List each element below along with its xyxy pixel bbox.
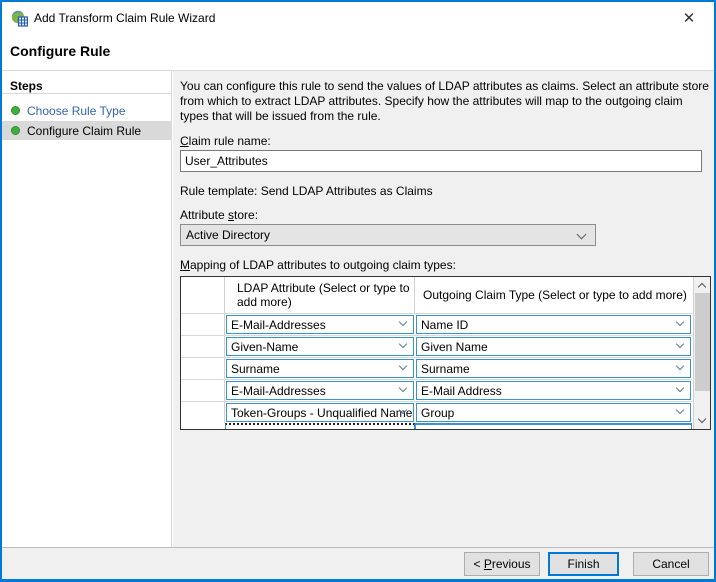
steps-sidebar: Steps Choose Rule Type Configure Claim R… bbox=[2, 71, 172, 547]
steps-divider bbox=[2, 93, 172, 94]
close-icon[interactable]: ✕ bbox=[672, 3, 706, 33]
button-bar: < Previous Finish Cancel bbox=[2, 547, 714, 579]
table-header-row: LDAP Attribute (Select or type to add mo… bbox=[181, 277, 692, 313]
ldap-attribute-select[interactable]: Surname bbox=[226, 359, 414, 378]
claim-rule-name-label: Claim rule name: bbox=[180, 134, 271, 148]
chevron-down-icon bbox=[676, 340, 684, 348]
row-selector-cell[interactable] bbox=[181, 336, 225, 357]
outgoing-claim-type-select[interactable]: Name ID bbox=[416, 315, 691, 334]
table-vertical-scrollbar[interactable] bbox=[693, 277, 710, 429]
row-selector-cell[interactable] bbox=[181, 380, 225, 401]
attribute-store-value: Active Directory bbox=[186, 228, 270, 242]
ldap-attribute-select[interactable]: Token-Groups - Unqualified Names bbox=[226, 403, 414, 422]
step-label: Configure Claim Rule bbox=[27, 124, 141, 138]
chevron-down-icon bbox=[676, 384, 684, 392]
outgoing-claim-type-select[interactable]: Given Name bbox=[416, 337, 691, 356]
cancel-button[interactable]: Cancel bbox=[633, 552, 709, 576]
rule-template-text: Rule template: Send LDAP Attributes as C… bbox=[180, 184, 433, 198]
row-selector-cell[interactable] bbox=[181, 358, 225, 379]
previous-button[interactable]: < Previous bbox=[464, 552, 540, 576]
table-row: Token-Groups - Unqualified Names Group bbox=[181, 401, 692, 423]
outgoing-claim-type-select[interactable]: E-Mail Address bbox=[416, 381, 691, 400]
mapping-label: Mapping of LDAP attributes to outgoing c… bbox=[180, 258, 456, 272]
attribute-store-select[interactable]: Active Directory bbox=[180, 224, 596, 246]
window-title: Add Transform Claim Rule Wizard bbox=[34, 2, 215, 34]
step-complete-bullet-icon bbox=[11, 126, 20, 135]
ldap-attribute-select[interactable]: Given-Name bbox=[226, 337, 414, 356]
outgoing-claim-type-select-partial[interactable] bbox=[415, 423, 692, 429]
column-header-ldap-attribute: LDAP Attribute (Select or type to add mo… bbox=[225, 277, 415, 313]
step-label: Choose Rule Type bbox=[27, 104, 126, 118]
page-title: Configure Rule bbox=[10, 43, 110, 59]
steps-heading: Steps bbox=[10, 79, 43, 93]
finish-button[interactable]: Finish bbox=[548, 552, 619, 576]
chevron-down-icon bbox=[676, 362, 684, 370]
rule-description: You can configure this rule to send the … bbox=[180, 79, 710, 124]
ldap-mapping-table: LDAP Attribute (Select or type to add mo… bbox=[180, 276, 711, 430]
scroll-down-icon[interactable] bbox=[694, 413, 710, 429]
sidebar-item-choose-rule-type[interactable]: Choose Rule Type bbox=[2, 101, 171, 120]
row-selector-cell[interactable] bbox=[181, 314, 225, 335]
attribute-store-label: Attribute store: bbox=[180, 208, 258, 222]
chevron-down-icon bbox=[399, 362, 407, 370]
chevron-down-icon bbox=[399, 340, 407, 348]
table-row: E-Mail-Addresses Name ID bbox=[181, 313, 692, 335]
column-header-outgoing-claim-type: Outgoing Claim Type (Select or type to a… bbox=[415, 277, 692, 313]
scrollbar-thumb[interactable] bbox=[695, 293, 710, 391]
claim-rule-name-input[interactable] bbox=[180, 150, 702, 172]
adfs-wizard-icon bbox=[11, 10, 28, 27]
table-row-partial bbox=[181, 423, 692, 429]
chevron-down-icon bbox=[676, 406, 684, 414]
scroll-up-icon[interactable] bbox=[694, 277, 710, 293]
ldap-attribute-select-partial[interactable] bbox=[225, 423, 415, 429]
step-complete-bullet-icon bbox=[11, 106, 20, 115]
title-bar: Add Transform Claim Rule Wizard ✕ bbox=[2, 2, 714, 34]
table-row: Surname Surname bbox=[181, 357, 692, 379]
outgoing-claim-type-select[interactable]: Group bbox=[416, 403, 691, 422]
ldap-attribute-select[interactable]: E-Mail-Addresses bbox=[226, 381, 414, 400]
table-row: E-Mail-Addresses E-Mail Address bbox=[181, 379, 692, 401]
row-selector-header bbox=[181, 277, 225, 313]
content-pane: You can configure this rule to send the … bbox=[173, 71, 716, 547]
chevron-down-icon bbox=[399, 384, 407, 392]
chevron-down-icon bbox=[676, 318, 684, 326]
chevron-down-icon bbox=[577, 230, 587, 240]
table-row: Given-Name Given Name bbox=[181, 335, 692, 357]
sidebar-item-configure-claim-rule[interactable]: Configure Claim Rule bbox=[2, 121, 171, 140]
outgoing-claim-type-select[interactable]: Surname bbox=[416, 359, 691, 378]
wizard-window: Add Transform Claim Rule Wizard ✕ Config… bbox=[0, 0, 716, 582]
ldap-attribute-select[interactable]: E-Mail-Addresses bbox=[226, 315, 414, 334]
chevron-down-icon bbox=[399, 318, 407, 326]
row-selector-cell[interactable] bbox=[181, 402, 225, 423]
